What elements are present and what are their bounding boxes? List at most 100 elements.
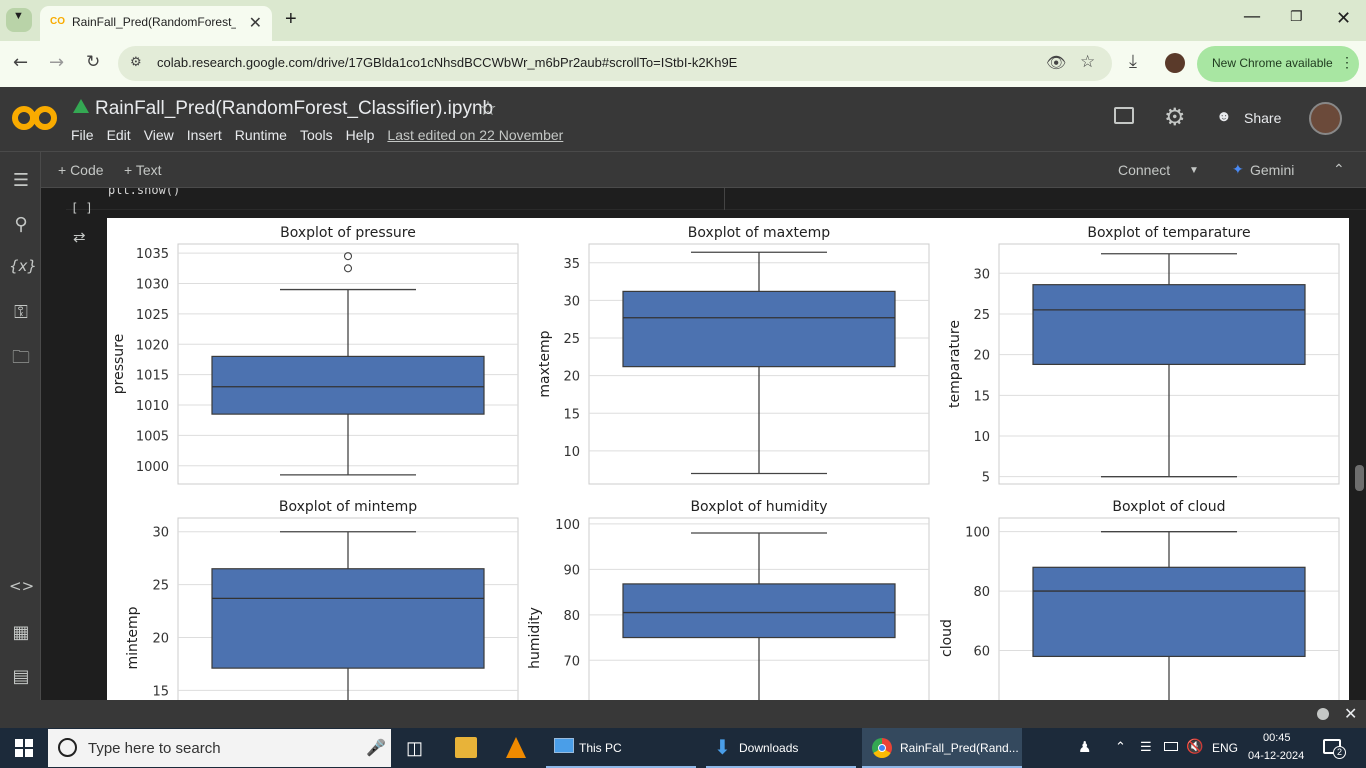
code-line: plt.show() — [108, 188, 181, 197]
terminal-icon[interactable]: ▤ — [9, 666, 33, 690]
code-divider — [724, 188, 725, 210]
variables-icon[interactable]: {x} — [9, 257, 37, 281]
menu-insert[interactable]: Insert — [187, 127, 222, 143]
y-axis-label: temparature — [947, 320, 963, 408]
star-icon[interactable]: ☆ — [479, 96, 497, 121]
share-button[interactable]: Share — [1244, 110, 1281, 126]
tray-chevron-icon[interactable]: ⌃ — [1115, 739, 1126, 755]
command-palette-icon[interactable]: ▦ — [9, 622, 33, 646]
y-tick-label: 35 — [563, 257, 580, 272]
y-tick-label: 1010 — [136, 399, 169, 414]
close-statusbar-icon[interactable]: ✕ — [1344, 704, 1357, 724]
user-avatar[interactable] — [1309, 102, 1342, 135]
microphone-icon[interactable]: 🎤 — [366, 738, 386, 758]
files-folder-icon[interactable]: 🗀 — [9, 345, 33, 369]
vlc-icon[interactable] — [506, 737, 526, 758]
y-tick-label: 30 — [563, 294, 580, 309]
profile-avatar[interactable] — [1165, 53, 1185, 73]
this-pc-label: This PC — [579, 741, 622, 755]
address-bar[interactable]: ⚙ colab.research.google.com/drive/17GBld… — [118, 46, 1112, 81]
code-cell[interactable]: plt.show() — [66, 188, 1366, 210]
back-icon[interactable]: ← — [13, 52, 28, 73]
taskbar-downloads[interactable]: ⬇ Downloads — [706, 728, 856, 768]
eye-off-icon[interactable]: 👁 — [1046, 53, 1066, 72]
chart-title: Boxplot of cloud — [1112, 499, 1225, 515]
colab-statusbar: ✕ — [0, 700, 1366, 728]
chart-title: Boxplot of humidity — [690, 499, 827, 515]
close-window-icon[interactable]: ✕ — [1336, 8, 1351, 29]
menu-view[interactable]: View — [144, 127, 174, 143]
taskbar-chrome[interactable]: RainFall_Pred(Rand... — [862, 728, 1022, 768]
cell-toolbar: + Code + Text Connect ▼ ✦ Gemini ⌃ — [41, 152, 1366, 188]
y-tick-label: 30 — [973, 267, 990, 282]
browser-toolbar: ← → ↻ ⚙ colab.research.google.com/drive/… — [0, 41, 1366, 87]
browser-tab-active[interactable]: CO RainFall_Pred(RandomForest_Cl ✕ — [40, 6, 272, 41]
iqr-box — [1032, 566, 1306, 658]
menu-runtime[interactable]: Runtime — [235, 127, 287, 143]
taskbar-this-pc[interactable]: This PC — [546, 728, 696, 768]
y-tick-label: 20 — [152, 631, 169, 646]
y-tick-label: 1000 — [136, 460, 169, 475]
y-tick-label: 10 — [563, 445, 580, 460]
output-actions-icon[interactable]: ⇄ — [73, 228, 86, 246]
y-tick-label: 15 — [563, 407, 580, 422]
last-edited-link[interactable]: Last edited on 22 November — [387, 127, 563, 143]
clock-time[interactable]: 00:45 — [1263, 732, 1291, 744]
comments-icon[interactable] — [1114, 107, 1134, 124]
code-snippets-icon[interactable]: <> — [9, 577, 34, 601]
menu-file[interactable]: File — [71, 127, 94, 143]
table-of-contents-icon[interactable]: ☰ — [9, 170, 33, 194]
forward-icon[interactable]: → — [49, 52, 64, 73]
drive-icon — [73, 99, 89, 113]
colab-header: RainFall_Pred(RandomForest_Classifier).i… — [0, 87, 1366, 152]
restore-icon[interactable]: ❐ — [1290, 9, 1303, 25]
y-axis-label: maxtemp — [537, 330, 553, 397]
new-chrome-label: New Chrome available — [1212, 56, 1333, 70]
y-tick-label: 15 — [973, 389, 990, 404]
gemini-sparkle-icon: ✦ — [1232, 161, 1244, 177]
secrets-key-icon[interactable]: ⚿ — [9, 302, 33, 326]
add-code-button[interactable]: + Code — [58, 162, 104, 178]
language-indicator[interactable]: ENG — [1212, 741, 1238, 755]
new-chrome-button[interactable]: New Chrome available ⋮ — [1197, 46, 1359, 82]
site-info-icon[interactable]: ⚙ — [130, 55, 142, 70]
more-vert-icon[interactable]: ⋮ — [1340, 54, 1354, 71]
windows-start-icon[interactable] — [15, 739, 33, 757]
close-tab-icon[interactable]: ✕ — [249, 13, 262, 33]
download-icon[interactable]: ⤓ — [1129, 51, 1137, 72]
status-dot-icon — [1317, 708, 1329, 720]
collapse-icon[interactable]: ⌃ — [1333, 161, 1345, 178]
cell-output: 1000 1005 1010 1015 1020 1025 1030 1035 Boxplot … — [107, 218, 1349, 700]
connect-button[interactable]: Connect — [1118, 162, 1170, 178]
execution-count: [ ] — [71, 201, 93, 215]
settings-gear-icon[interactable]: ⚙ — [1164, 103, 1186, 131]
menu-help[interactable]: Help — [346, 127, 375, 143]
notebook-title[interactable]: RainFall_Pred(RandomForest_Classifier).i… — [95, 98, 493, 120]
menu-tools[interactable]: Tools — [300, 127, 333, 143]
minimize-icon[interactable]: — — [1243, 6, 1261, 27]
chart-title: Boxplot of maxtemp — [688, 225, 830, 241]
volume-muted-icon[interactable]: 🔇 — [1186, 738, 1203, 755]
taskbar-search-box[interactable]: Type here to search 🎤 — [48, 729, 391, 767]
search-icon[interactable]: ⚲ — [9, 214, 33, 238]
colab-logo[interactable] — [12, 102, 58, 134]
connect-dropdown-icon[interactable]: ▼ — [1189, 165, 1199, 176]
people-icon[interactable]: ♟ — [1078, 738, 1091, 756]
new-tab-icon[interactable]: + — [285, 8, 297, 31]
task-view-icon[interactable]: ◫ — [406, 738, 423, 759]
add-text-button[interactable]: + Text — [124, 162, 162, 178]
browser-tabstrip: ▼ CO RainFall_Pred(RandomForest_Cl ✕ + —… — [0, 0, 1366, 41]
menu-edit[interactable]: Edit — [107, 127, 131, 143]
reload-icon[interactable]: ↻ — [86, 52, 100, 72]
windows-taskbar: Type here to search 🎤 ◫ This PC ⬇ Downlo… — [0, 728, 1366, 768]
iqr-box — [1032, 284, 1306, 366]
bookmark-star-icon[interactable]: ☆ — [1080, 52, 1095, 72]
iqr-box — [622, 583, 896, 639]
gemini-button[interactable]: Gemini — [1250, 162, 1294, 178]
notebook-scrollbar[interactable] — [1355, 465, 1364, 491]
network-icon[interactable]: ☰ — [1140, 739, 1152, 755]
clock-date[interactable]: 04-12-2024 — [1248, 750, 1304, 762]
battery-icon[interactable] — [1164, 742, 1178, 751]
url-text: colab.research.google.com/drive/17GBlda1… — [157, 55, 738, 70]
store-icon[interactable] — [455, 737, 477, 758]
